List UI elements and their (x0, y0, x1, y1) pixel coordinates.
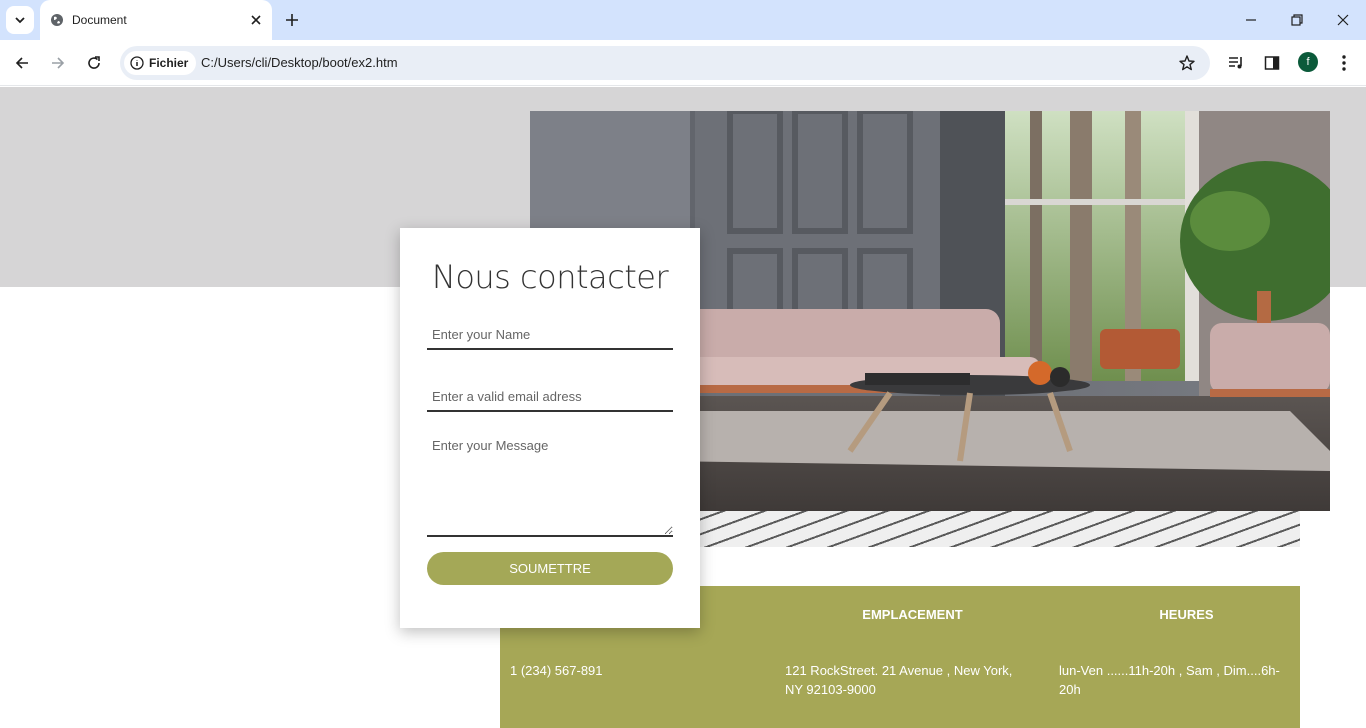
arrow-left-icon (15, 57, 28, 69)
reload-button[interactable] (82, 51, 106, 75)
playlist-icon (1229, 57, 1242, 69)
forward-button[interactable] (46, 51, 70, 75)
minimize-button[interactable] (1228, 0, 1274, 40)
media-controls-button[interactable] (1226, 53, 1246, 73)
chevron-down-icon (15, 17, 25, 24)
browser-menu-button[interactable] (1334, 53, 1354, 73)
email-input[interactable] (427, 382, 673, 412)
browser-toolbar: Fichier C:/Users/cli/Desktop/boot/ex2.ht… (0, 40, 1366, 86)
close-window-button[interactable] (1320, 0, 1366, 40)
url-text: C:/Users/cli/Desktop/boot/ex2.htm (201, 55, 398, 70)
contact-form: Nous contacter SOUMETTRE (400, 228, 700, 628)
address-bar[interactable]: Fichier C:/Users/cli/Desktop/boot/ex2.ht… (120, 46, 1210, 80)
close-tab-icon[interactable] (248, 12, 264, 28)
name-input[interactable] (427, 320, 673, 350)
info-heading: HEURES (1159, 607, 1214, 622)
info-text: lun-Ven ......11h-20h , Sam , Dim....6h-… (1059, 663, 1280, 697)
site-info-chip[interactable]: Fichier (124, 51, 197, 75)
globe-icon (51, 14, 63, 26)
bookmark-star-icon[interactable] (1178, 54, 1196, 72)
reload-icon (88, 56, 100, 69)
side-panel-icon (1264, 56, 1280, 70)
back-button[interactable] (10, 51, 34, 75)
info-heading: EMPLACEMENT (862, 607, 963, 622)
tab-title: Document (72, 13, 127, 27)
browser-tab[interactable]: Document (40, 0, 272, 40)
restore-button[interactable] (1274, 0, 1320, 40)
arrow-right-icon (52, 57, 65, 69)
info-text: 121 RockStreet. 21 Avenue , New York, NY… (785, 663, 1013, 697)
info-icon (130, 56, 144, 70)
info-text: 1 (234) 567-891 (510, 663, 603, 678)
contact-title: Nous contacter (431, 258, 669, 296)
profile-avatar[interactable]: f (1298, 52, 1318, 72)
site-chip-label: Fichier (149, 56, 189, 70)
new-tab-icon[interactable] (282, 10, 302, 30)
more-vertical-icon (1342, 55, 1346, 71)
page-viewport: Nous contacter SOUMETTRE APPELEZ-NOUS 1 … (0, 87, 1366, 728)
message-textarea[interactable] (427, 432, 673, 537)
decorative-stripes (700, 511, 1300, 547)
submit-button[interactable]: SOUMETTRE (427, 552, 673, 585)
tab-search-button[interactable] (6, 6, 34, 34)
restore-icon (1291, 14, 1303, 26)
minimize-icon (1246, 19, 1256, 21)
tab-bar: Document (0, 0, 1366, 40)
side-panel-button[interactable] (1262, 53, 1282, 73)
close-icon (1337, 14, 1349, 26)
